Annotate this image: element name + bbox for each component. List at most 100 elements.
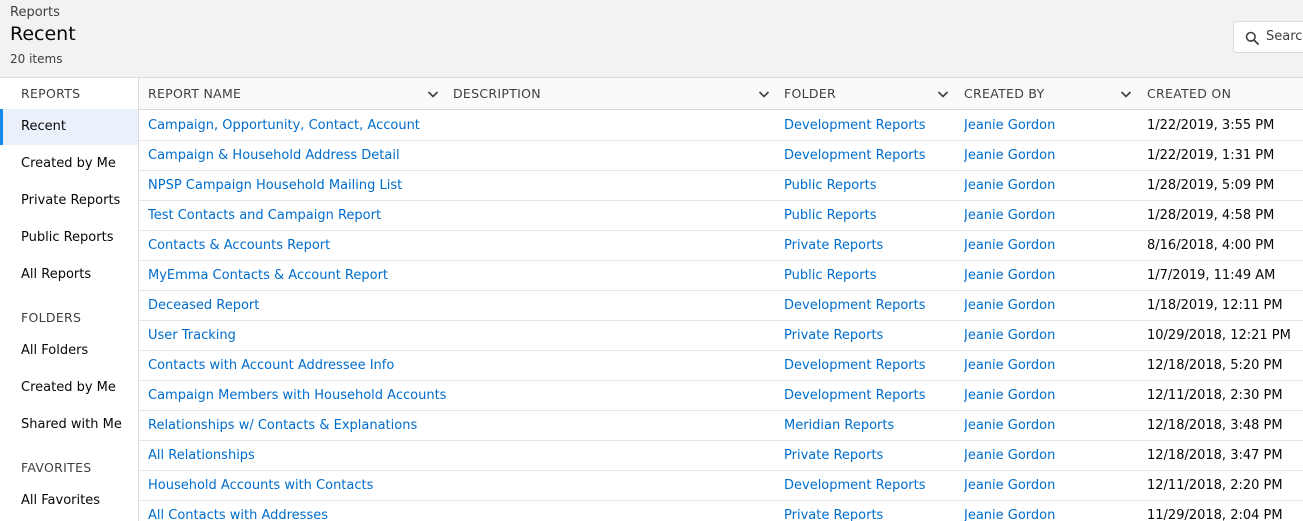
column-header-created-on[interactable]: CREATED ON xyxy=(1147,78,1231,110)
table-row: MyEmma Contacts & Account Report Public … xyxy=(139,261,1303,291)
sidebar-item-shared-with-me[interactable]: Shared with Me xyxy=(0,407,138,443)
created-on: 1/28/2019, 4:58 PM xyxy=(1147,208,1275,223)
created-on: 12/18/2018, 3:48 PM xyxy=(1147,418,1283,433)
report-name-link[interactable]: Contacts & Accounts Report xyxy=(148,231,448,260)
folder-link[interactable]: Public Reports xyxy=(784,201,954,230)
created-on: 12/18/2018, 3:47 PM xyxy=(1147,448,1283,463)
folder-link[interactable]: Meridian Reports xyxy=(784,411,954,440)
created-on: 8/16/2018, 4:00 PM xyxy=(1147,238,1275,253)
report-name-link[interactable]: Contacts with Account Addressee Info xyxy=(148,351,448,380)
report-description xyxy=(453,381,773,410)
folder-link[interactable]: Public Reports xyxy=(784,261,954,290)
report-name-link[interactable]: Campaign & Household Address Detail xyxy=(148,141,448,170)
folder-link[interactable]: Public Reports xyxy=(784,171,954,200)
created-on: 1/28/2019, 5:09 PM xyxy=(1147,178,1275,193)
created-by-link[interactable]: Jeanie Gordon xyxy=(964,231,1134,260)
page-title: Recent xyxy=(10,23,76,45)
chevron-down-icon[interactable] xyxy=(937,88,949,100)
folder-link[interactable]: Development Reports xyxy=(784,141,954,170)
item-count: 20 items xyxy=(10,52,63,66)
sidebar-item-recent[interactable]: Recent xyxy=(0,109,138,145)
chevron-down-icon[interactable] xyxy=(758,88,770,100)
created-by-link[interactable]: Jeanie Gordon xyxy=(964,201,1134,230)
created-by-link[interactable]: Jeanie Gordon xyxy=(964,171,1134,200)
report-description xyxy=(453,231,773,260)
report-description xyxy=(453,351,773,380)
report-description xyxy=(453,171,773,200)
report-name-link[interactable]: Test Contacts and Campaign Report xyxy=(148,201,448,230)
report-name-link[interactable]: All Relationships xyxy=(148,441,448,470)
report-name-link[interactable]: Household Accounts with Contacts xyxy=(148,471,448,500)
created-on: 1/18/2019, 12:11 PM xyxy=(1147,298,1283,313)
table-row: User Tracking Private Reports Jeanie Gor… xyxy=(139,321,1303,351)
report-name-link[interactable]: Deceased Report xyxy=(148,291,448,320)
table-row: Contacts with Account Addressee Info Dev… xyxy=(139,351,1303,381)
column-header-folder[interactable]: FOLDER xyxy=(784,78,836,110)
table-row: Campaign Members with Household Accounts… xyxy=(139,381,1303,411)
report-name-link[interactable]: Campaign, Opportunity, Contact, Account xyxy=(148,111,448,140)
report-description xyxy=(453,111,773,140)
created-on: 12/11/2018, 2:30 PM xyxy=(1147,388,1283,403)
folder-link[interactable]: Private Reports xyxy=(784,321,954,350)
table-header: REPORT NAME DESCRIPTION FOLDER CREATED B… xyxy=(139,78,1303,110)
sidebar-item-public-reports[interactable]: Public Reports xyxy=(0,220,138,256)
sidebar-item-private-reports[interactable]: Private Reports xyxy=(0,183,138,219)
sidebar: REPORTS Recent Created by Me Private Rep… xyxy=(0,78,139,521)
report-name-link[interactable]: Campaign Members with Household Accounts xyxy=(148,381,448,410)
created-by-link[interactable]: Jeanie Gordon xyxy=(964,501,1134,521)
chevron-down-icon[interactable] xyxy=(427,88,439,100)
table-row: Relationships w/ Contacts & Explanations… xyxy=(139,411,1303,441)
report-name-link[interactable]: MyEmma Contacts & Account Report xyxy=(148,261,448,290)
sidebar-item-created-by-me[interactable]: Created by Me xyxy=(0,146,138,182)
report-description xyxy=(453,201,773,230)
folder-link[interactable]: Development Reports xyxy=(784,471,954,500)
created-by-link[interactable]: Jeanie Gordon xyxy=(964,351,1134,380)
folder-link[interactable]: Development Reports xyxy=(784,381,954,410)
sidebar-heading-folders: FOLDERS xyxy=(21,310,82,325)
column-header-description[interactable]: DESCRIPTION xyxy=(453,78,541,110)
created-by-link[interactable]: Jeanie Gordon xyxy=(964,111,1134,140)
created-on: 11/29/2018, 2:04 PM xyxy=(1147,508,1283,521)
report-description xyxy=(453,261,773,290)
chevron-down-icon[interactable] xyxy=(1120,88,1132,100)
report-description xyxy=(453,141,773,170)
report-description xyxy=(453,501,773,521)
search-icon xyxy=(1245,31,1259,45)
folder-link[interactable]: Development Reports xyxy=(784,351,954,380)
sidebar-item-all-favorites[interactable]: All Favorites xyxy=(0,483,138,519)
created-on: 10/29/2018, 12:21 PM xyxy=(1147,328,1291,343)
report-name-link[interactable]: User Tracking xyxy=(148,321,448,350)
table-row: Contacts & Accounts Report Private Repor… xyxy=(139,231,1303,261)
created-by-link[interactable]: Jeanie Gordon xyxy=(964,381,1134,410)
created-by-link[interactable]: Jeanie Gordon xyxy=(964,441,1134,470)
folder-link[interactable]: Private Reports xyxy=(784,231,954,260)
breadcrumb[interactable]: Reports xyxy=(10,5,60,20)
reports-table: REPORT NAME DESCRIPTION FOLDER CREATED B… xyxy=(139,78,1303,521)
sidebar-item-all-folders[interactable]: All Folders xyxy=(0,333,138,369)
folder-link[interactable]: Development Reports xyxy=(784,111,954,140)
created-on: 12/11/2018, 2:20 PM xyxy=(1147,478,1283,493)
folder-link[interactable]: Development Reports xyxy=(784,291,954,320)
created-by-link[interactable]: Jeanie Gordon xyxy=(964,141,1134,170)
report-name-link[interactable]: All Contacts with Addresses xyxy=(148,501,448,521)
created-by-link[interactable]: Jeanie Gordon xyxy=(964,471,1134,500)
sidebar-heading-reports: REPORTS xyxy=(21,86,81,101)
created-by-link[interactable]: Jeanie Gordon xyxy=(964,261,1134,290)
created-by-link[interactable]: Jeanie Gordon xyxy=(964,321,1134,350)
created-by-link[interactable]: Jeanie Gordon xyxy=(964,291,1134,320)
table-row: Campaign & Household Address Detail Deve… xyxy=(139,141,1303,171)
sidebar-item-all-reports[interactable]: All Reports xyxy=(0,257,138,293)
sidebar-item-folders-created-by-me[interactable]: Created by Me xyxy=(0,370,138,406)
search-input[interactable]: Search xyxy=(1233,21,1303,53)
column-header-created-by[interactable]: CREATED BY xyxy=(964,78,1045,110)
folder-link[interactable]: Private Reports xyxy=(784,441,954,470)
table-row: Deceased Report Development Reports Jean… xyxy=(139,291,1303,321)
created-by-link[interactable]: Jeanie Gordon xyxy=(964,411,1134,440)
table-row: All Relationships Private Reports Jeanie… xyxy=(139,441,1303,471)
column-header-report-name[interactable]: REPORT NAME xyxy=(148,78,241,110)
report-name-link[interactable]: Relationships w/ Contacts & Explanations xyxy=(148,411,448,440)
report-name-link[interactable]: NPSP Campaign Household Mailing List xyxy=(148,171,448,200)
folder-link[interactable]: Private Reports xyxy=(784,501,954,521)
table-row: NPSP Campaign Household Mailing List Pub… xyxy=(139,171,1303,201)
sidebar-heading-favorites: FAVORITES xyxy=(21,460,92,475)
